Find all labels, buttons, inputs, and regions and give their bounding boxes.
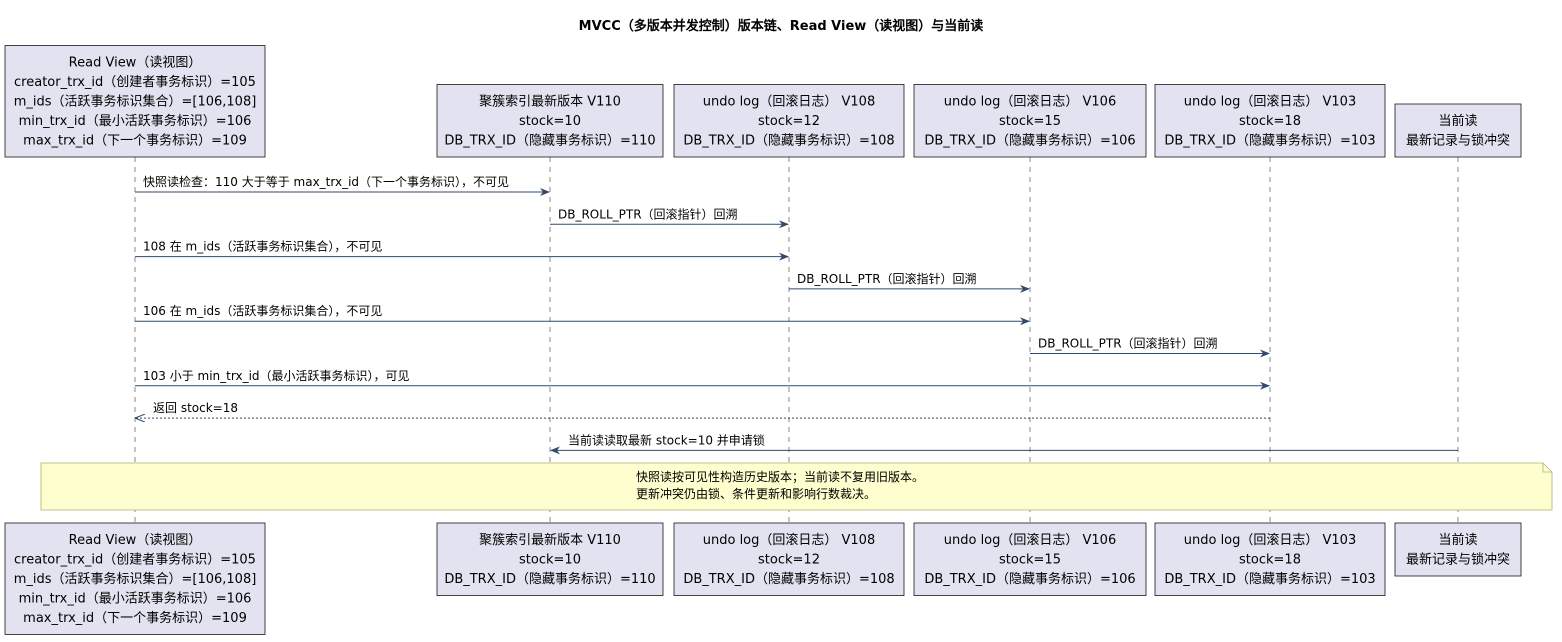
top-participant-rv: Read View（读视图） creator_trx_id（创建者事务标识）=10… [4, 45, 266, 158]
message-2: DB_ROLL_PTR（回滚指针）回溯 [550, 206, 789, 229]
participant-label: 最新记录与锁冲突 [1406, 133, 1510, 149]
message-label: 106 在 m_ids（活跃事务标识集合），不可见 [143, 303, 382, 318]
note-text: 更新冲突仍由锁、条件更新和影响行数裁决。 [636, 486, 876, 501]
participant-label: DB_TRX_ID（隐藏事务标识）=110 [444, 133, 655, 149]
sequence-diagram: MVCC（多版本并发控制）版本链、Read View（读视图）与当前读 Read… [4, 18, 1553, 635]
message-label: 快照读检查：110 大于等于 max_trx_id（下一个事务标识），不可见 [143, 174, 509, 189]
participant-label: undo log（回滚日志） V108 [703, 532, 875, 548]
participant-label: Read View（读视图） [69, 56, 202, 71]
participant-label: Read View（读视图） [69, 533, 202, 548]
bottom-participant-v108: undo log（回滚日志） V108 stock=12 DB_TRX_ID（隐藏事… [673, 522, 905, 596]
participant-label: m_ids（活跃事务标识集合）=[106,108] [14, 94, 257, 110]
participant-label: undo log（回滚日志） V106 [944, 532, 1116, 548]
message-label: DB_ROLL_PTR（回滚指针）回溯 [558, 206, 738, 221]
participant-label: 当前读 [1438, 113, 1477, 129]
participant-label: undo log（回滚日志） V106 [944, 94, 1116, 110]
participant-label: min_trx_id（最小活跃事务标识）=106 [19, 591, 252, 607]
message-4: DB_ROLL_PTR（回滚指针）回溯 [789, 271, 1030, 293]
top-participant-v106: undo log（回滚日志） V106 stock=15 DB_TRX_ID（隐藏事… [913, 84, 1147, 158]
bottom-participant-rv: Read View（读视图） creator_trx_id（创建者事务标识）=10… [4, 522, 266, 635]
participant-label: max_trx_id（下一个事务标识）=109 [23, 610, 247, 626]
participant-label: DB_TRX_ID（隐藏事务标识）=103 [1164, 133, 1375, 149]
participant-label: undo log（回滚日志） V103 [1184, 532, 1356, 548]
participant-label: DB_TRX_ID（隐藏事务标识）=108 [683, 571, 894, 587]
message-9: 当前读读取最新 stock=10 并申请锁 [550, 432, 1458, 455]
bottom-participant-v106: undo log（回滚日志） V106 stock=15 DB_TRX_ID（隐藏事… [913, 522, 1147, 596]
participant-label: m_ids（活跃事务标识集合）=[106,108] [14, 571, 257, 587]
participant-label: 最新记录与锁冲突 [1406, 552, 1510, 568]
message-3: 108 在 m_ids（活跃事务标识集合），不可见 [135, 239, 789, 261]
note-text: 快照读按可见性构造历史版本；当前读不复用旧版本。 [636, 469, 924, 484]
top-participant-v103: undo log（回滚日志） V103 stock=18 DB_TRX_ID（隐藏事… [1154, 84, 1386, 158]
message-label: 当前读读取最新 stock=10 并申请锁 [568, 432, 765, 447]
bottom-participant-cur: 当前读最新记录与锁冲突 [1394, 522, 1522, 577]
top-participant-v110: 聚簇索引最新版本 V110 stock=10 DB_TRX_ID（隐藏事务标识）=1… [436, 84, 664, 158]
participant-label: stock=12 [758, 553, 820, 568]
participant-label: creator_trx_id（创建者事务标识）=105 [14, 552, 256, 568]
message-7: 103 小于 min_trx_id（最小活跃事务标识），可见 [135, 368, 1270, 390]
note: 快照读按可见性构造历史版本；当前读不复用旧版本。更新冲突仍由锁、条件更新和影响行… [40, 462, 1553, 511]
message-5: 106 在 m_ids（活跃事务标识集合），不可见 [135, 303, 1030, 326]
participant-label: 当前读 [1438, 532, 1477, 548]
participant-label: DB_TRX_ID（隐藏事务标识）=106 [924, 571, 1135, 587]
message-label: 108 在 m_ids（活跃事务标识集合），不可见 [143, 239, 382, 254]
top-participant-cur: 当前读最新记录与锁冲突 [1394, 103, 1522, 158]
participant-label: undo log（回滚日志） V108 [703, 94, 875, 110]
participant-label: stock=18 [1239, 114, 1301, 129]
participant-label: stock=15 [999, 114, 1061, 129]
top-participant-v108: undo log（回滚日志） V108 stock=12 DB_TRX_ID（隐藏事… [673, 84, 905, 158]
participant-label: stock=12 [758, 114, 820, 129]
participant-box [1394, 103, 1522, 158]
participant-label: 聚簇索引最新版本 V110 [479, 94, 621, 110]
participant-label: stock=15 [999, 553, 1061, 568]
participant-label: 聚簇索引最新版本 V110 [479, 532, 621, 548]
message-label: 103 小于 min_trx_id（最小活跃事务标识），可见 [143, 368, 410, 383]
participant-label: max_trx_id（下一个事务标识）=109 [23, 133, 247, 149]
participant-label: stock=10 [519, 553, 581, 568]
participant-label: undo log（回滚日志） V103 [1184, 94, 1356, 110]
bottom-participant-v103: undo log（回滚日志） V103 stock=18 DB_TRX_ID（隐藏事… [1154, 522, 1386, 596]
participant-label: DB_TRX_ID（隐藏事务标识）=110 [444, 571, 655, 587]
participant-box [1394, 522, 1522, 577]
message-label: DB_ROLL_PTR（回滚指针）回溯 [797, 271, 977, 286]
message-label: 返回 stock=18 [153, 401, 238, 415]
participant-label: creator_trx_id（创建者事务标识）=105 [14, 74, 256, 90]
bottom-participant-v110: 聚簇索引最新版本 V110 stock=10 DB_TRX_ID（隐藏事务标识）=1… [436, 522, 664, 596]
participant-label: DB_TRX_ID（隐藏事务标识）=103 [1164, 571, 1375, 587]
participant-label: stock=10 [519, 114, 581, 129]
participant-label: min_trx_id（最小活跃事务标识）=106 [19, 113, 252, 129]
diagram-title: MVCC（多版本并发控制）版本链、Read View（读视图）与当前读 [579, 18, 984, 34]
message-1: 快照读检查：110 大于等于 max_trx_id（下一个事务标识），不可见 [135, 174, 550, 196]
message-label: DB_ROLL_PTR（回滚指针）回溯 [1038, 336, 1218, 351]
participant-label: DB_TRX_ID（隐藏事务标识）=106 [924, 133, 1135, 149]
message-6: DB_ROLL_PTR（回滚指针）回溯 [1030, 336, 1270, 358]
message-8: 返回 stock=18 [136, 401, 1270, 418]
participant-label: DB_TRX_ID（隐藏事务标识）=108 [683, 133, 894, 149]
participant-label: stock=18 [1239, 553, 1301, 568]
